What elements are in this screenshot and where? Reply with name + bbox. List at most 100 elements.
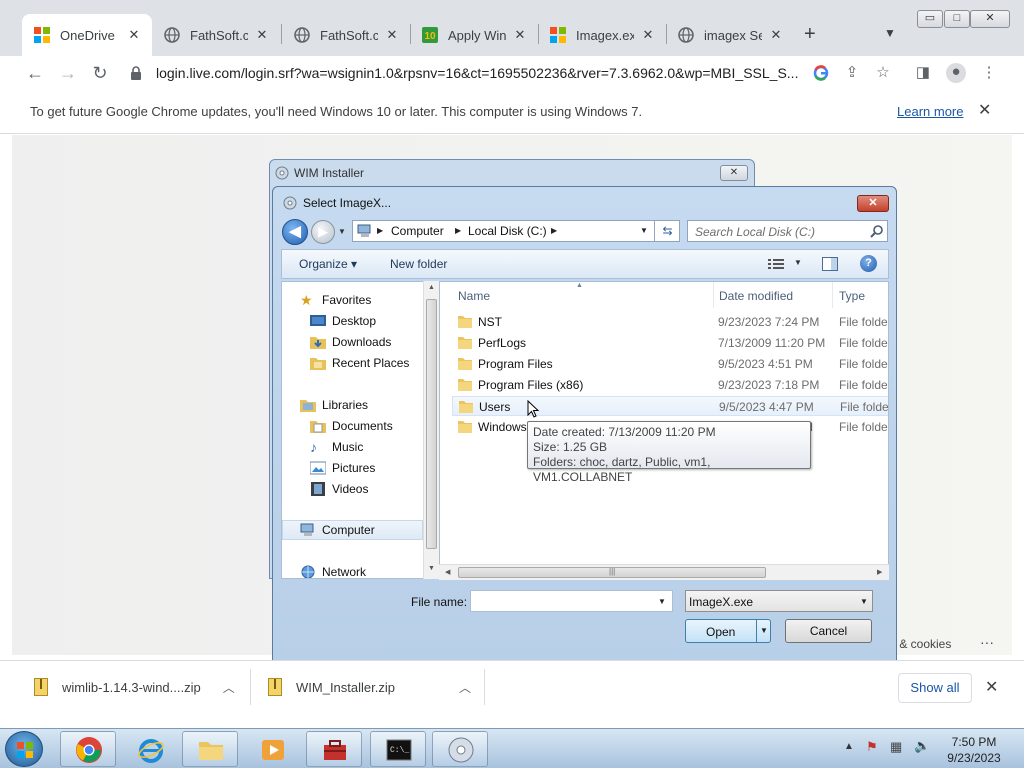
nav-documents[interactable]: Documents: [282, 416, 423, 436]
forward-button[interactable]: →: [55, 60, 81, 86]
volume-muted-icon[interactable]: 🔈: [914, 738, 930, 754]
file-row-program-files[interactable]: Program Files 9/5/2023 4:51 PM File fold…: [452, 354, 888, 374]
downloads-close-icon[interactable]: ✕: [985, 677, 998, 697]
more-options-icon[interactable]: ···: [980, 634, 994, 650]
recent-locations-dropdown-icon[interactable]: ▼: [338, 227, 346, 236]
nav-favorites[interactable]: ★ Favorites: [282, 290, 423, 310]
share-icon[interactable]: ⇪: [843, 64, 861, 82]
tab-close-icon[interactable]: ✕: [768, 27, 784, 43]
profile-avatar-icon[interactable]: ●: [946, 63, 966, 83]
wim-installer-close-button[interactable]: ✕: [720, 165, 748, 181]
bookmark-star-icon[interactable]: ☆: [874, 64, 892, 82]
taskbar-chrome[interactable]: [60, 731, 116, 767]
organize-button[interactable]: Organize ▾: [299, 257, 357, 271]
nav-network[interactable]: Network: [282, 562, 423, 578]
tab-close-icon[interactable]: ✕: [640, 27, 656, 43]
scroll-down-arrow-icon[interactable]: ▼: [428, 565, 435, 572]
google-icon[interactable]: [812, 64, 830, 82]
nav-scroll-thumb[interactable]: [426, 299, 437, 549]
taskbar-file-explorer[interactable]: [182, 731, 238, 767]
infobar-close-icon[interactable]: ✕: [978, 100, 991, 120]
file-name-dropdown-icon[interactable]: ▼: [658, 597, 666, 606]
tab-apply-windows[interactable]: 10 Apply Windows ✕: [410, 14, 538, 56]
file-row-program-files-x86[interactable]: Program Files (x86) 9/23/2023 7:18 PM Fi…: [452, 375, 888, 395]
refresh-icon[interactable]: ⇆: [654, 221, 680, 241]
taskbar-command-prompt[interactable]: C:\_: [370, 731, 426, 767]
cancel-button[interactable]: Cancel: [785, 619, 872, 643]
dialog-close-button[interactable]: ✕: [857, 195, 889, 212]
address-bar[interactable]: login.live.com/login.srf?wa=wsignin1.0&r…: [122, 58, 902, 88]
file-row-perflogs[interactable]: PerfLogs 7/13/2009 11:20 PM File folder: [452, 333, 888, 353]
tab-onedrive[interactable]: OneDrive ✕: [22, 14, 152, 56]
taskbar-internet-explorer[interactable]: [122, 731, 178, 767]
action-center-flag-icon[interactable]: ⚑: [866, 739, 878, 755]
scroll-left-arrow-icon[interactable]: ◀: [445, 568, 450, 576]
tab-imagex-exe[interactable]: Imagex.exe ✕: [538, 14, 666, 56]
window-close-button[interactable]: ✕: [970, 10, 1010, 28]
nav-pictures[interactable]: Pictures: [282, 458, 423, 478]
back-arrow-icon[interactable]: ◀: [282, 219, 308, 245]
address-breadcrumb-bar[interactable]: ▶ Computer ▶ Local Disk (C:) ▶ ▼: [352, 220, 680, 242]
new-folder-button[interactable]: New folder: [390, 257, 447, 271]
show-all-downloads-button[interactable]: Show all: [898, 673, 972, 703]
tab-close-icon[interactable]: ✕: [126, 27, 142, 43]
column-header-type[interactable]: Type: [839, 289, 865, 303]
learn-more-link[interactable]: Learn more: [897, 104, 963, 119]
breadcrumb-local-disk[interactable]: Local Disk (C:): [468, 224, 547, 238]
search-input[interactable]: Search Local Disk (C:): [687, 220, 888, 242]
maximize-button[interactable]: □: [944, 10, 970, 28]
preview-pane-icon[interactable]: [822, 257, 838, 271]
open-button[interactable]: Open ▼: [685, 619, 771, 643]
back-button[interactable]: ←: [22, 60, 48, 86]
column-header-name[interactable]: Name: [458, 289, 490, 303]
nav-recent-places[interactable]: Recent Places: [282, 353, 423, 373]
show-hidden-icons-button[interactable]: ▲: [844, 741, 854, 752]
view-dropdown-icon[interactable]: ▼: [794, 258, 802, 267]
side-panel-icon[interactable]: ◨: [914, 64, 932, 82]
file-row-users[interactable]: Users 9/5/2023 4:47 PM File folder: [452, 396, 888, 416]
scroll-right-arrow-icon[interactable]: ▶: [877, 568, 882, 576]
chevron-up-icon[interactable]: ︿: [459, 679, 471, 696]
search-icon[interactable]: [870, 224, 884, 238]
open-options-dropdown-icon[interactable]: ▼: [760, 626, 768, 635]
breadcrumb-arrow-icon[interactable]: ▶: [455, 226, 461, 235]
breadcrumb-computer[interactable]: Computer: [391, 224, 444, 238]
breadcrumb-arrow-icon[interactable]: ▶: [377, 226, 383, 235]
network-tray-icon[interactable]: ▦: [890, 739, 902, 755]
download-item-wimlib[interactable]: wimlib-1.14.3-wind....zip ︿: [34, 661, 235, 713]
help-icon[interactable]: ?: [860, 255, 877, 272]
tab-close-icon[interactable]: ✕: [254, 27, 270, 43]
system-clock[interactable]: 7:50 PM 9/23/2023: [940, 734, 1008, 766]
chevron-up-icon[interactable]: ︿: [223, 679, 235, 696]
forward-arrow-icon[interactable]: ▶: [311, 220, 335, 244]
new-tab-button[interactable]: +: [804, 24, 816, 44]
breadcrumb-arrow-icon[interactable]: ▶: [551, 226, 557, 235]
tab-close-icon[interactable]: ✕: [384, 27, 400, 43]
tab-imagex-search[interactable]: imagex Search ✕: [666, 14, 794, 56]
nav-computer[interactable]: Computer: [282, 520, 423, 540]
taskbar-media-player[interactable]: [244, 731, 300, 767]
change-view-icon[interactable]: [768, 258, 784, 270]
nav-scrollbar[interactable]: ▲ ▼: [423, 281, 439, 579]
tab-search-chevron-icon[interactable]: ▼: [884, 26, 896, 40]
file-list-horizontal-scrollbar[interactable]: ◀ ||| ▶: [439, 564, 889, 580]
file-row-nst[interactable]: NST 9/23/2023 7:24 PM File folder: [452, 312, 888, 332]
scroll-up-arrow-icon[interactable]: ▲: [428, 284, 435, 291]
nav-downloads[interactable]: Downloads: [282, 332, 423, 352]
download-item-wim-installer[interactable]: WIM_Installer.zip ︿: [268, 661, 471, 713]
start-button[interactable]: [5, 731, 43, 767]
file-type-select[interactable]: ImageX.exe ▼: [685, 590, 873, 612]
tab-close-icon[interactable]: ✕: [512, 27, 528, 43]
reload-button[interactable]: ↻: [87, 60, 113, 86]
horizontal-scroll-thumb[interactable]: |||: [458, 567, 766, 578]
nav-music[interactable]: ♪ Music: [282, 437, 423, 457]
nav-desktop[interactable]: Desktop: [282, 311, 423, 331]
address-dropdown-icon[interactable]: ▼: [640, 226, 648, 235]
file-name-input[interactable]: ▼: [470, 590, 673, 612]
column-header-date[interactable]: Date modified: [719, 289, 793, 303]
menu-kebab-icon[interactable]: ⋮: [980, 64, 998, 82]
nav-videos[interactable]: Videos: [282, 479, 423, 499]
minimize-button[interactable]: ▭: [917, 10, 943, 28]
nav-libraries[interactable]: Libraries: [282, 395, 423, 415]
tab-fathsoft-1[interactable]: FathSoft.com ✕: [152, 14, 280, 56]
